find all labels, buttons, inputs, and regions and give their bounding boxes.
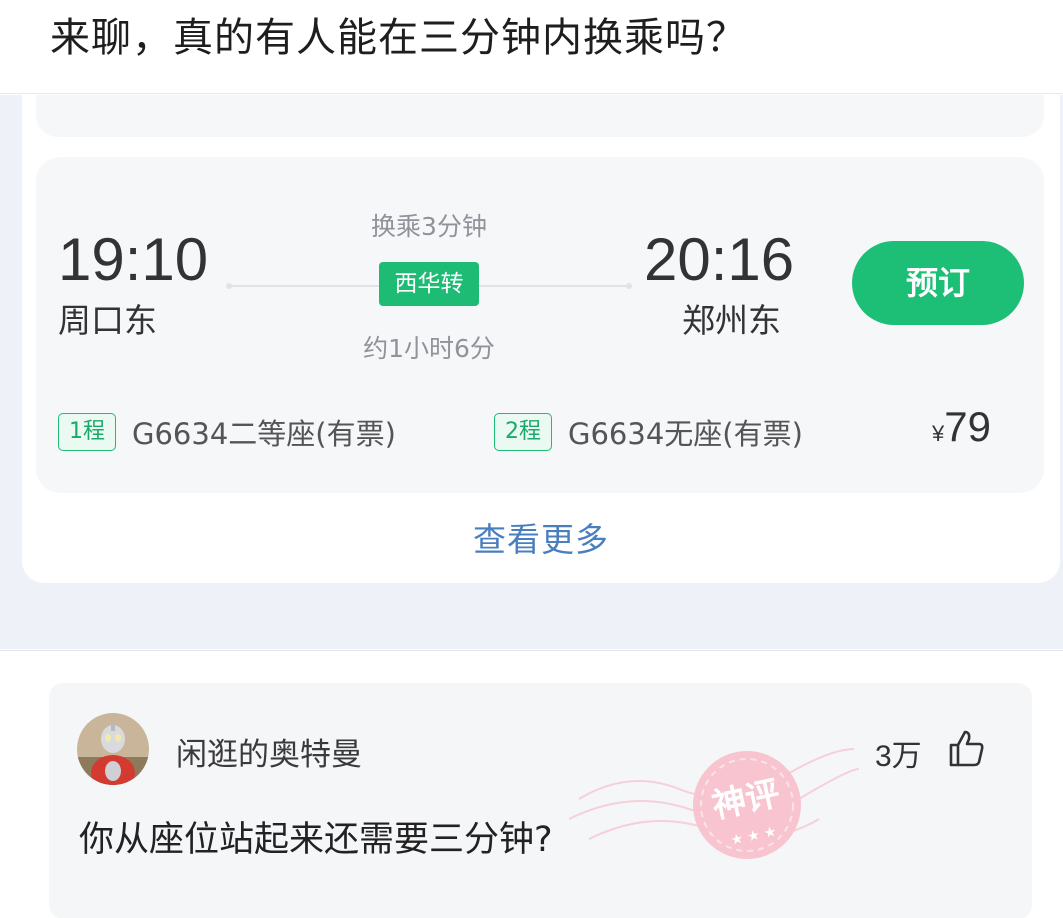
god-comment-stamp: 神评 ★ ★ ★ <box>569 748 859 859</box>
leg-badge: 1程 <box>58 413 116 451</box>
previous-result-item <box>36 95 1044 137</box>
comment-text: 你从座位站起来还需要三分钟? <box>79 820 553 860</box>
leg-2: 2程 G6634无座(有票) <box>494 411 803 453</box>
departure-station: 周口东 <box>58 301 157 340</box>
top-comment-card: 闲逛的奥特曼 神评 ★ ★ ★ 3万 你从座位站起来还需要三分钟? <box>49 683 1032 918</box>
train-ticket-item[interactable]: 19:10 周口东 换乘3分钟 西华转 约1小时6分 20:16 郑州东 预订 … <box>36 157 1044 493</box>
price-value: 79 <box>944 403 991 450</box>
comment-username[interactable]: 闲逛的奥特曼 <box>176 729 362 774</box>
arrival-station: 郑州东 <box>682 301 781 340</box>
post-title: 来聊，真的有人能在三分钟内换乘吗？ <box>50 15 747 61</box>
post-header: 来聊，真的有人能在三分钟内换乘吗？ <box>0 0 1063 94</box>
leg-detail: G6634无座(有票) <box>568 417 803 451</box>
embedded-screenshot: 19:10 周口东 换乘3分钟 西华转 约1小时6分 20:16 郑州东 预订 … <box>0 95 1063 649</box>
avatar[interactable] <box>77 713 149 785</box>
departure-time: 19:10 <box>58 226 209 293</box>
leg-badge: 2程 <box>494 413 552 451</box>
transfer-time: 换乘3分钟 <box>371 212 487 241</box>
ticket-price: ¥79 <box>932 403 991 451</box>
thumbs-up-icon[interactable] <box>945 727 987 769</box>
like-count: 3万 <box>875 740 922 773</box>
transfer-station-badge: 西华转 <box>379 262 479 306</box>
train-results-card: 19:10 周口东 换乘3分钟 西华转 约1小时6分 20:16 郑州东 预订 … <box>22 95 1060 583</box>
leg-1: 1程 G6634二等座(有票) <box>58 411 396 453</box>
arrival-time: 20:16 <box>644 226 795 293</box>
book-button[interactable]: 预订 <box>852 241 1024 325</box>
view-more-link[interactable]: 查看更多 <box>22 513 1060 561</box>
comment-section: 闲逛的奥特曼 神评 ★ ★ ★ 3万 你从座位站起来还需要三分钟? <box>0 650 1063 918</box>
leg-detail: G6634二等座(有票) <box>132 417 396 451</box>
trip-duration: 约1小时6分 <box>363 334 495 363</box>
currency-symbol: ¥ <box>932 421 945 446</box>
